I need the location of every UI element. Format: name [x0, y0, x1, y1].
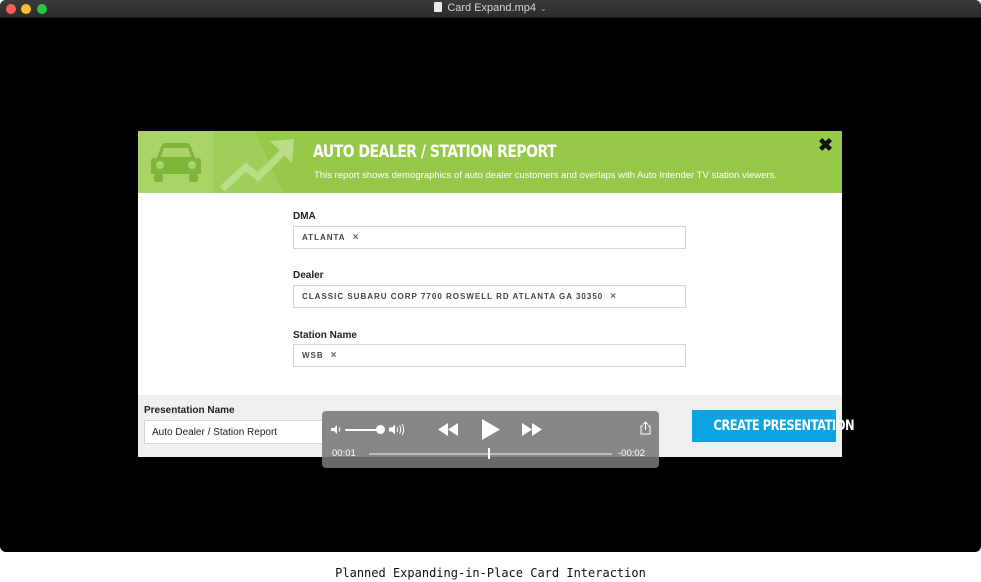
presentation-name-label: Presentation Name	[144, 405, 235, 416]
station-tag: WSB ×	[302, 350, 337, 361]
share-icon[interactable]	[640, 421, 651, 435]
trend-arrow-icon	[220, 139, 294, 192]
document-icon	[434, 2, 443, 12]
dma-tag-text: ATLANTA	[302, 233, 346, 242]
dealer-tag-text: CLASSIC SUBARU CORP 7700 ROSWELL RD ATLA…	[302, 292, 604, 301]
card-subtitle: This report shows demographics of auto d…	[314, 170, 777, 181]
chevron-down-icon[interactable]: ⌄	[540, 4, 547, 13]
window-title-text: Card Expand.mp4	[447, 2, 536, 14]
window-title[interactable]: Card Expand.mp4 ⌄	[0, 2, 981, 14]
station-name-field[interactable]: WSB ×	[293, 344, 686, 367]
volume-high-icon[interactable]	[388, 423, 406, 436]
presentation-name-input[interactable]: Auto Dealer / Station Report	[144, 420, 324, 444]
dma-label: DMA	[293, 211, 316, 222]
rewind-icon[interactable]	[438, 423, 458, 436]
create-presentation-button[interactable]: CREATE PRESENTATION	[692, 410, 855, 442]
card-title: AUTO DEALER / STATION REPORT	[313, 142, 557, 162]
dealer-tag: CLASSIC SUBARU CORP 7700 ROSWELL RD ATLA…	[302, 291, 616, 302]
station-name-label: Station Name	[293, 330, 357, 341]
report-card: AUTO DEALER / STATION REPORT This report…	[138, 131, 855, 457]
dma-field[interactable]: ATLANTA ×	[293, 226, 686, 249]
create-presentation-label: CREATE PRESENTATION	[713, 418, 855, 434]
title-bar[interactable]: Card Expand.mp4 ⌄	[0, 0, 981, 18]
fast-forward-icon[interactable]	[522, 423, 542, 436]
playhead[interactable]	[488, 448, 490, 459]
dealer-label: Dealer	[293, 270, 324, 281]
volume-slider-knob[interactable]	[376, 425, 385, 434]
remove-tag-icon[interactable]: ×	[610, 291, 616, 302]
remove-tag-icon[interactable]: ×	[353, 232, 359, 243]
card-header: AUTO DEALER / STATION REPORT This report…	[138, 131, 842, 193]
dealer-field[interactable]: CLASSIC SUBARU CORP 7700 ROSWELL RD ATLA…	[293, 285, 686, 308]
playback-controls: 00:01 -00:02	[322, 411, 659, 468]
play-icon[interactable]	[482, 419, 500, 440]
figure-caption: Planned Expanding-in-Place Card Interact…	[335, 566, 646, 580]
progress-bar[interactable]	[369, 453, 612, 455]
car-icon	[151, 143, 201, 182]
elapsed-time: 00:01	[332, 448, 356, 459]
remove-tag-icon[interactable]: ×	[331, 350, 337, 361]
station-tag-text: WSB	[302, 351, 324, 360]
report-form: DMA ATLANTA × Dealer CLASSIC SUBARU CORP …	[138, 193, 842, 395]
remaining-time: -00:02	[618, 448, 645, 459]
video-player-window: Card Expand.mp4 ⌄ AUTO DEALER / STATION R…	[0, 0, 981, 552]
close-icon[interactable]: ✖	[818, 135, 833, 156]
volume-low-icon[interactable]	[330, 424, 342, 435]
dma-tag: ATLANTA ×	[302, 232, 358, 243]
